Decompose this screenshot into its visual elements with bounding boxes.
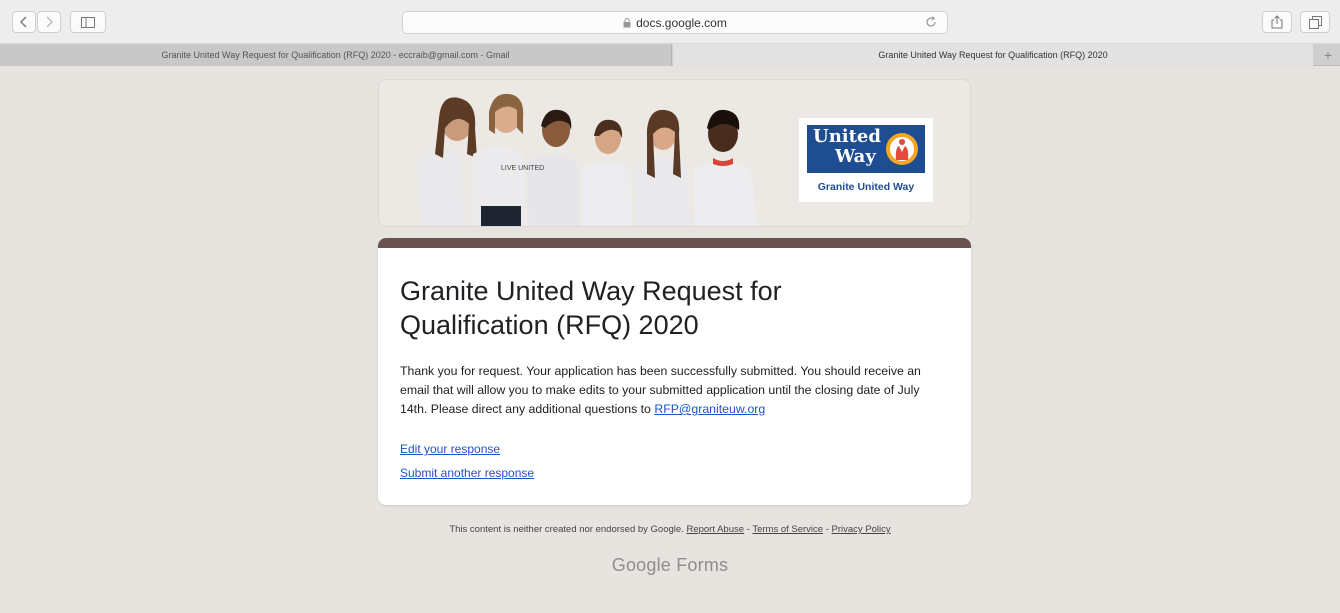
shirt-text: LIVE UNITED xyxy=(501,165,544,172)
disclaimer-text: This content is neither created nor endo… xyxy=(449,524,684,535)
edit-response-link[interactable]: Edit your response xyxy=(400,442,500,456)
card-accent-bar xyxy=(378,238,971,248)
back-button[interactable] xyxy=(12,11,36,33)
share-button[interactable] xyxy=(1262,11,1292,33)
tabs-icon xyxy=(1308,15,1322,29)
lock-icon xyxy=(623,17,631,28)
contact-email-link[interactable]: RFP@graniteuw.org xyxy=(654,402,765,416)
logo-text-way: Way xyxy=(835,146,876,167)
separator: - xyxy=(823,524,832,535)
forms-wordmark: Forms xyxy=(671,555,729,575)
terms-of-service-link[interactable]: Terms of Service xyxy=(752,524,823,535)
logo-caption: Granite United Way xyxy=(817,181,915,193)
google-wordmark: Google xyxy=(611,555,672,575)
footer-disclaimer: This content is neither created nor endo… xyxy=(0,524,1340,535)
confirmation-message: Thank you for request. Your application … xyxy=(400,362,940,419)
chevron-right-icon xyxy=(46,16,53,28)
tab-bar: Granite United Way Request for Qualifica… xyxy=(0,44,1340,66)
privacy-policy-link[interactable]: Privacy Policy xyxy=(832,524,891,535)
tab-gmail[interactable]: Granite United Way Request for Qualifica… xyxy=(0,44,672,66)
kids-photo: LIVE UNITED xyxy=(417,93,757,226)
url-text: docs.google.com xyxy=(636,15,727,30)
new-tab-button[interactable]: + xyxy=(1316,44,1340,66)
browser-toolbar: docs.google.com xyxy=(0,0,1340,44)
page-content: LIVE UNITED United Way Granite United Wa… xyxy=(0,67,1340,613)
form-header-image: LIVE UNITED United Way Granite United Wa… xyxy=(378,79,971,227)
form-title: Granite United Way Request for Qualifica… xyxy=(400,276,782,340)
sidebar-button[interactable] xyxy=(70,11,106,33)
google-forms-logo[interactable]: Google Forms xyxy=(0,555,1340,576)
share-icon xyxy=(1271,15,1283,29)
tab-google-form[interactable]: Granite United Way Request for Qualifica… xyxy=(673,44,1313,66)
report-abuse-link[interactable]: Report Abuse xyxy=(686,524,744,535)
united-way-hand-icon xyxy=(886,133,918,165)
sidebar-icon xyxy=(81,16,95,28)
united-way-logo: United Way Granite United Way xyxy=(799,118,933,202)
chevron-left-icon xyxy=(20,16,27,28)
address-bar[interactable]: docs.google.com xyxy=(402,11,948,34)
tabs-overview-button[interactable] xyxy=(1300,11,1330,33)
submit-another-response-link[interactable]: Submit another response xyxy=(400,466,534,480)
confirmation-card: Granite United Way Request for Qualifica… xyxy=(378,238,971,505)
forward-button[interactable] xyxy=(37,11,61,33)
logo-text-united: United xyxy=(813,126,881,147)
tab-label: Granite United Way Request for Qualifica… xyxy=(878,50,1108,60)
reload-icon[interactable] xyxy=(925,16,937,28)
tab-label: Granite United Way Request for Qualifica… xyxy=(161,50,510,60)
